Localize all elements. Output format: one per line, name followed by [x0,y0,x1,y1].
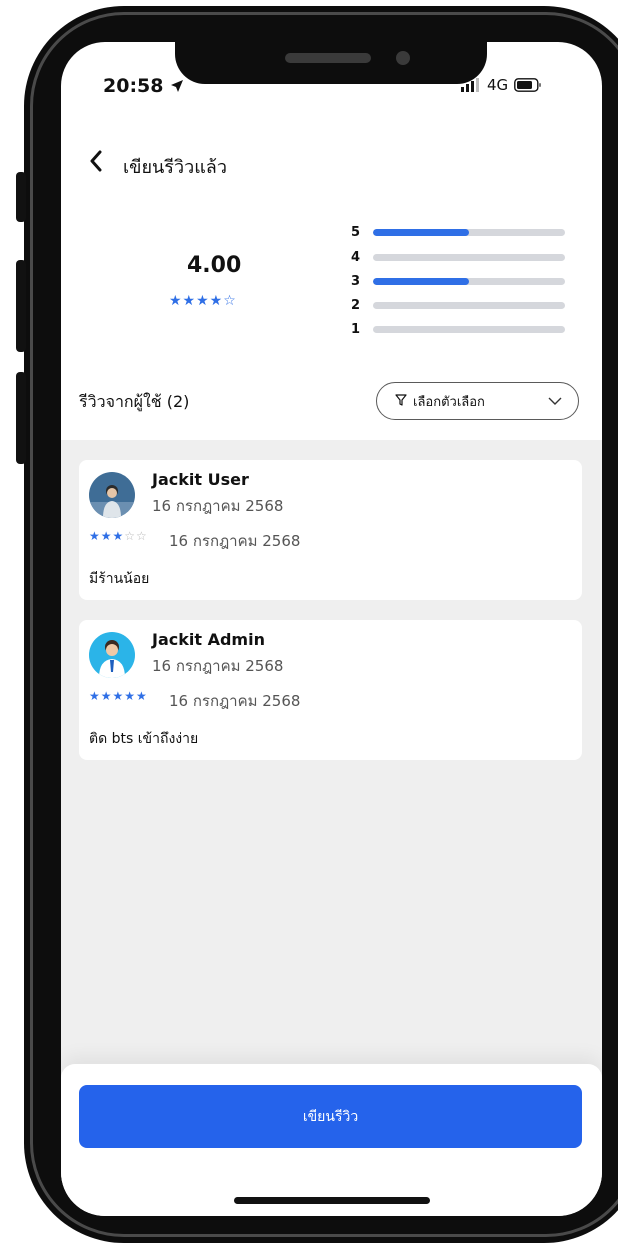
review-date: 16 กรกฎาคม 2568 [169,532,301,550]
back-button[interactable] [89,150,103,178]
rating-bar [373,325,565,333]
reviewer-name: Jackit User [152,470,249,489]
app-screen: 20:58 4G เขียนรีวิวแล้ว 4.00 ★★★★☆ 5 4 3 [61,42,602,1216]
rating-bar [373,277,565,285]
reviews-heading: รีวิวจากผู้ใช้ (2) [79,392,190,411]
review-stars: ★★★☆☆ [89,529,148,543]
rating-label: 5 [351,224,361,240]
volume-down-button [16,372,26,464]
rating-row-5: 5 [351,223,571,241]
avatar [89,632,135,678]
chevron-down-icon [548,394,562,408]
reviewer-name: Jackit Admin [152,630,265,649]
review-stars: ★★★★★ [89,689,148,703]
stars-empty: ☆☆ [124,529,148,543]
rating-bar [373,301,565,309]
rating-row-4: 4 [351,248,571,266]
avatar [89,472,135,518]
rating-bar [373,253,565,261]
average-stars: ★★★★☆ [169,293,237,309]
rating-bar-fill [373,228,469,236]
stars-filled: ★★★★★ [89,689,148,703]
filter-icon [395,393,407,409]
review-text: ติด bts เข้าถึงง่าย [89,731,199,747]
volume-up-button [16,260,26,352]
mute-switch [16,172,26,222]
home-indicator[interactable] [234,1197,430,1204]
network-type: 4G [487,76,509,94]
review-card: Jackit Admin 16 กรกฎาคม 2568 ★★★★★ 16 กร… [79,620,582,760]
reviewer-date: 16 กรกฎาคม 2568 [152,497,284,515]
rating-label: 4 [351,249,361,265]
page-title: เขียนรีวิวแล้ว [123,157,227,178]
review-text: มีร้านน้อย [89,571,150,587]
filter-label: เลือกตัวเลือก [413,394,485,410]
stars-filled: ★★★ [89,529,125,543]
rating-bar [373,228,565,236]
status-time: 20:58 [103,75,184,97]
chevron-left-icon [90,150,102,172]
review-list: Jackit User 16 กรกฎาคม 2568 ★★★☆☆ 16 กรก… [61,440,602,1140]
speaker [285,53,371,63]
location-arrow-icon [171,80,184,92]
rating-row-3: 3 [351,272,571,290]
filter-dropdown[interactable]: เลือกตัวเลือก [376,382,579,420]
rating-row-2: 2 [351,296,571,314]
notch [175,42,487,84]
rating-label: 1 [351,321,361,337]
rating-row-1: 1 [351,320,571,338]
battery-icon [514,78,542,92]
rating-bar-fill [373,277,469,285]
reviewer-date: 16 กรกฎาคม 2568 [152,657,284,675]
rating-label: 2 [351,297,361,313]
review-date: 16 กรกฎาคม 2568 [169,692,301,710]
review-card: Jackit User 16 กรกฎาคม 2568 ★★★☆☆ 16 กรก… [79,460,582,600]
camera [396,51,410,65]
average-rating: 4.00 [187,253,242,278]
write-review-button[interactable]: เขียนรีวิว [79,1085,582,1148]
rating-label: 3 [351,273,361,289]
